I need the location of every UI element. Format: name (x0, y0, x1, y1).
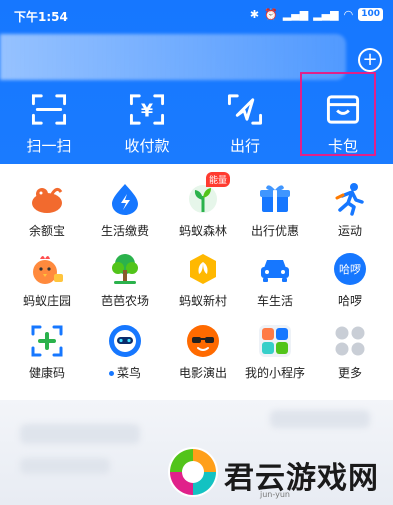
new-dot (108, 371, 114, 376)
status-time: 下午1:54 (14, 10, 68, 24)
app-ant-forest[interactable]: 能量 蚂蚁森林 (164, 172, 242, 242)
app-car-life[interactable]: 车生活 (236, 252, 314, 312)
health-code-icon (31, 325, 63, 357)
watermark-logo-icon (168, 447, 218, 497)
app-cainiao-label: 菜鸟 (108, 364, 141, 381)
more-grid-icon (335, 326, 365, 356)
status-icons: ✱ ⏰ ▂▄▆ ▂▄▆ ◠ 100 (250, 8, 383, 21)
signal-icon: ▂▄▆ (282, 8, 309, 21)
movie-show-icon (187, 325, 219, 357)
app-sports-label: 运动 (337, 224, 362, 238)
app-health-code[interactable]: 健康码 (8, 324, 86, 384)
quick-payment-label: 收付款 (124, 137, 170, 155)
app-car-life-label: 车生活 (256, 294, 293, 308)
wallet-highlight-box (300, 72, 376, 156)
yuebao-icon (32, 187, 63, 213)
app-utility-label: 生活缴费 (100, 224, 149, 238)
quick-travel-label: 出行 (229, 137, 260, 155)
car-life-icon (261, 260, 289, 282)
blurred-item (270, 410, 370, 428)
app-yuebao[interactable]: 余额宝 (8, 182, 86, 242)
cainiao-icon (109, 325, 141, 357)
alarm-icon: ⏰ (264, 8, 278, 21)
ant-village-icon (190, 254, 216, 284)
energy-badge: 能量 (206, 172, 231, 187)
utility-bill-icon (112, 184, 138, 215)
quick-scan-label: 扫一扫 (26, 137, 72, 155)
app-more-label: 更多 (337, 366, 362, 380)
ant-forest-icon (189, 185, 217, 213)
baba-farm-icon (112, 254, 138, 284)
navigation-arrow-icon (227, 94, 263, 125)
signal-icon-2: ▂▄▆ (313, 8, 339, 21)
quick-payment[interactable]: ¥ 收付款 (98, 90, 196, 156)
app-health-code-label: 健康码 (28, 366, 65, 380)
svg-text:¥: ¥ (141, 101, 153, 121)
status-bar: 下午1:54 ✱ ⏰ ▂▄▆ ▂▄▆ ◠ 100 (0, 0, 393, 32)
hello-icon-text: 哈啰 (339, 263, 361, 276)
mini-programs-icon (259, 325, 291, 357)
app-travel-deals-label: 出行优惠 (250, 224, 299, 238)
app-mini-programs[interactable]: 我的小程序 (236, 324, 314, 384)
header-panel: 下午1:54 ✱ ⏰ ▂▄▆ ▂▄▆ ◠ 100 + 扫一扫 ¥ 收付款 出行 … (0, 0, 393, 164)
watermark-text: 君云游戏网 (224, 461, 379, 496)
app-ant-manor-label: 蚂蚁庄园 (22, 294, 71, 308)
app-baba-farm[interactable]: 芭芭农场 (86, 252, 164, 312)
blurred-item (20, 458, 110, 474)
add-button[interactable]: + (358, 48, 382, 72)
app-ant-village-label: 蚂蚁新村 (178, 294, 227, 308)
app-baba-farm-label: 芭芭农场 (100, 294, 149, 308)
app-travel-deals[interactable]: 出行优惠 (236, 182, 314, 242)
ant-manor-icon (33, 256, 63, 284)
app-utility[interactable]: 生活缴费 (86, 182, 164, 242)
app-movie-show[interactable]: 电影演出 (164, 324, 242, 384)
wifi-icon: ◠ (343, 8, 354, 21)
app-ant-forest-label: 蚂蚁森林 (178, 224, 227, 238)
app-hello-label: 哈啰 (337, 294, 362, 308)
app-sports[interactable]: 运动 (311, 182, 389, 242)
ant-forest-icon-wrap: 能量 (186, 172, 231, 216)
app-cainiao-text: 菜鸟 (116, 366, 141, 380)
hello-icon: 哈啰 (334, 253, 366, 285)
app-cainiao[interactable]: 菜鸟 (86, 324, 164, 384)
app-more[interactable]: 更多 (311, 324, 389, 384)
app-ant-village[interactable]: 蚂蚁新村 (164, 252, 242, 312)
battery-icon: 100 (358, 8, 383, 21)
app-ant-manor[interactable]: 蚂蚁庄园 (8, 252, 86, 312)
sports-icon (335, 183, 364, 216)
blurred-item (20, 424, 140, 444)
bluetooth-icon: ✱ (249, 8, 260, 21)
app-hello[interactable]: 哈啰 哈啰 (311, 252, 389, 312)
app-yuebao-label: 余额宝 (28, 224, 65, 238)
quick-travel[interactable]: 出行 (196, 90, 294, 156)
scan-icon (31, 94, 67, 125)
watermark-subtext: jun-yun (260, 490, 290, 499)
app-mini-programs-label: 我的小程序 (244, 366, 305, 380)
quick-scan[interactable]: 扫一扫 (0, 90, 98, 156)
search-bar[interactable] (0, 34, 346, 80)
payment-code-icon: ¥ (129, 94, 165, 125)
app-movie-show-label: 电影演出 (178, 366, 227, 380)
travel-gift-icon (260, 185, 290, 212)
